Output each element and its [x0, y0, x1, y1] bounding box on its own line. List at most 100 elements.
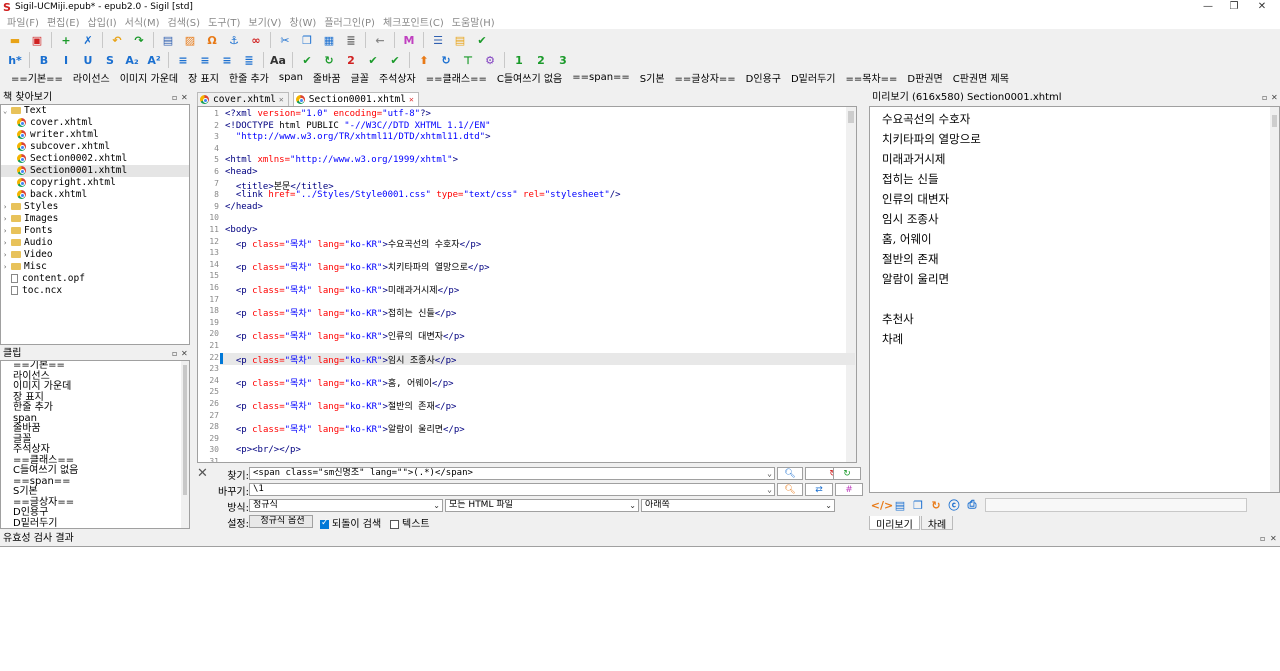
- clip-button[interactable]: C판권면 제목: [948, 70, 1014, 85]
- preview-zoom-slider[interactable]: [985, 498, 1247, 512]
- float-icon[interactable]: ▫: [172, 348, 177, 360]
- find-input[interactable]: <span class="sm신명조" lang="">(.*)</span> ⌄: [249, 467, 775, 480]
- bold-icon[interactable]: B: [35, 51, 53, 69]
- tree-item[interactable]: Section0001.xhtml: [1, 165, 189, 177]
- clip-item[interactable]: 줄바꿈: [1, 423, 189, 435]
- wrap-checkbox[interactable]: 되돌이 검색: [320, 515, 381, 530]
- menu-item[interactable]: 편집(E): [43, 14, 84, 29]
- tree-item[interactable]: cover.xhtml: [1, 117, 189, 129]
- tree-item[interactable]: copyright.xhtml: [1, 177, 189, 189]
- link-icon[interactable]: ∞: [247, 31, 265, 49]
- replace-input[interactable]: \1 ⌄: [249, 483, 775, 496]
- clip-button[interactable]: 글꼴: [346, 70, 374, 85]
- redo-icon[interactable]: ↷: [130, 31, 148, 49]
- menu-item[interactable]: 삽입(I): [84, 14, 121, 29]
- close-find-icon[interactable]: ✕: [197, 466, 208, 481]
- chevron-right-icon[interactable]: ›: [3, 201, 11, 213]
- close-tab-icon[interactable]: ✕: [279, 95, 284, 104]
- clip-item[interactable]: C들여쓰기 없음: [1, 465, 189, 477]
- clip-button[interactable]: D밑러두기: [786, 70, 841, 85]
- clip-button[interactable]: ==기본==: [6, 70, 68, 85]
- clip-button[interactable]: C들여쓰기 없음: [492, 70, 567, 85]
- spellcheck-icon[interactable]: ✔: [473, 31, 491, 49]
- menu-item[interactable]: 검색(S): [164, 14, 205, 29]
- target-select[interactable]: 모든 HTML 파일 ⌄: [445, 499, 639, 512]
- clip-button[interactable]: 줄바꿈: [308, 70, 346, 85]
- refresh-icon[interactable]: ↻: [437, 51, 455, 69]
- find-button[interactable]: 🔍︎: [777, 467, 803, 480]
- clip-button[interactable]: D판권면: [902, 70, 947, 85]
- list-icon[interactable]: ≣: [342, 31, 360, 49]
- clip-button[interactable]: ==목차==: [841, 70, 903, 85]
- cut-x-icon[interactable]: ✗: [79, 31, 97, 49]
- replace-find-button[interactable]: 🔍︎: [777, 483, 803, 496]
- open-folder-icon[interactable]: ▬: [6, 31, 24, 49]
- menu-item[interactable]: 서식(M): [121, 14, 164, 29]
- restore-button[interactable]: ❐: [1222, 0, 1246, 14]
- menu-item[interactable]: 창(W): [285, 14, 320, 29]
- tree-item[interactable]: ⌄ Text: [1, 105, 189, 117]
- tree-item[interactable]: toc.ncx: [1, 285, 189, 297]
- chevron-right-icon[interactable]: ›: [3, 249, 11, 261]
- tree-item[interactable]: › Misc: [1, 261, 189, 273]
- close-tab-icon[interactable]: ✕: [409, 95, 414, 104]
- align-center-icon[interactable]: ≡: [196, 51, 214, 69]
- tree-item[interactable]: writer.xhtml: [1, 129, 189, 141]
- replace-all-button[interactable]: ↻: [833, 467, 861, 480]
- text-checkbox[interactable]: 텍스트: [390, 515, 430, 530]
- clip-item[interactable]: D인용구: [1, 507, 189, 519]
- menu-item[interactable]: 보기(V): [244, 14, 285, 29]
- chevron-right-icon[interactable]: ›: [3, 237, 11, 249]
- scissors-icon[interactable]: ✂: [276, 31, 294, 49]
- css-icon[interactable]: ⓒ: [947, 496, 961, 514]
- clip-item[interactable]: 주석상자: [1, 444, 189, 456]
- tree-item[interactable]: › Fonts: [1, 225, 189, 237]
- split-icon[interactable]: ⊤: [459, 51, 477, 69]
- clips-scrollbar[interactable]: [181, 361, 189, 528]
- print-icon[interactable]: ⎙: [965, 496, 979, 514]
- justify-icon[interactable]: ≣: [240, 51, 258, 69]
- close-icon[interactable]: ✕: [181, 92, 188, 104]
- clip-button[interactable]: ==클래스==: [421, 70, 492, 85]
- replace-button[interactable]: ⇄: [805, 483, 833, 496]
- undo-icon[interactable]: ↶: [108, 31, 126, 49]
- tree-item[interactable]: subcover.xhtml: [1, 141, 189, 153]
- up-arrow-icon[interactable]: ⬆: [415, 51, 433, 69]
- back-arrow-icon[interactable]: ←: [371, 31, 389, 49]
- clip-item[interactable]: ==기본==: [1, 361, 189, 372]
- validate-icon[interactable]: ✔: [298, 51, 316, 69]
- menu-item[interactable]: 플러그인(P): [320, 14, 379, 29]
- preview-scrollbar[interactable]: [1270, 107, 1279, 492]
- menu-item[interactable]: 도구(T): [204, 14, 244, 29]
- tree-item[interactable]: content.opf: [1, 273, 189, 285]
- chevron-right-icon[interactable]: ›: [3, 213, 11, 225]
- reports-icon[interactable]: ▤: [451, 31, 469, 49]
- clip-item[interactable]: D밑러두기: [1, 518, 189, 528]
- chevron-right-icon[interactable]: ›: [3, 261, 11, 273]
- number-2-icon[interactable]: 2: [342, 51, 360, 69]
- close-icon[interactable]: ✕: [1271, 92, 1278, 104]
- anchor-icon[interactable]: ⚓: [225, 31, 243, 49]
- float-icon[interactable]: ▫: [1262, 92, 1267, 104]
- close-icon[interactable]: ✕: [181, 348, 188, 360]
- regex-options-button[interactable]: 정규식 옵션: [249, 515, 313, 528]
- tab-section0001[interactable]: Section0001.xhtml ✕: [292, 92, 419, 106]
- tab-toc[interactable]: 차례: [920, 516, 954, 531]
- mode-select[interactable]: 정규식 ⌄: [249, 499, 443, 512]
- menu-item[interactable]: 도움말(H): [448, 14, 499, 29]
- superscript-icon[interactable]: A²: [145, 51, 163, 69]
- direction-select[interactable]: 아래쪽 ⌄: [641, 499, 835, 512]
- chevron-down-icon[interactable]: ⌄: [767, 484, 772, 495]
- clip-item[interactable]: S기본: [1, 486, 189, 498]
- clip-button[interactable]: 한줄 추가: [224, 70, 274, 85]
- underline-icon[interactable]: U: [79, 51, 97, 69]
- tab-preview[interactable]: 미리보기: [869, 516, 920, 531]
- strikethrough-icon[interactable]: S: [101, 51, 119, 69]
- chevron-down-icon[interactable]: ⌄: [767, 468, 772, 479]
- clip-button[interactable]: 라이선스: [68, 70, 115, 85]
- clip-button[interactable]: D인용구: [741, 70, 786, 85]
- clip-button[interactable]: 이미지 가운데: [115, 70, 183, 85]
- well-formed-icon[interactable]: ↻: [320, 51, 338, 69]
- menu-item[interactable]: 파일(F): [3, 14, 43, 29]
- close-button[interactable]: ✕: [1250, 0, 1274, 14]
